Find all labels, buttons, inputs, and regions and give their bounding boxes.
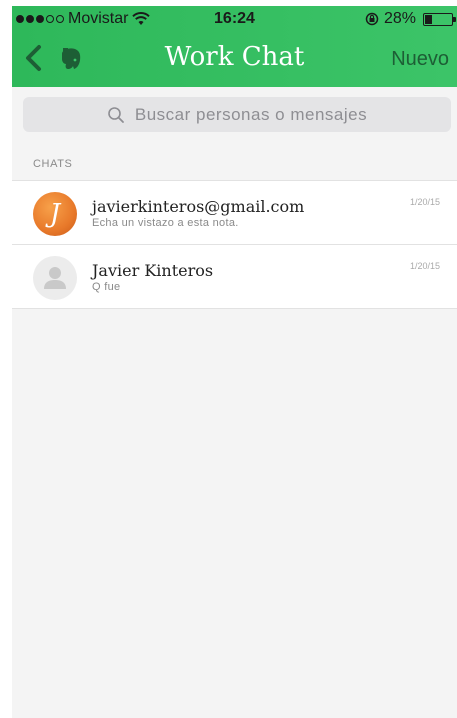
chat-row[interactable]: Javier Kinteros Q fue 1/20/15 (12, 245, 457, 309)
search-icon (108, 106, 124, 123)
battery-percent: 28% (383, 10, 416, 27)
person-icon (44, 267, 66, 289)
chat-date: 1/20/15 (409, 261, 440, 271)
chat-date: 1/20/15 (409, 197, 440, 207)
chat-row[interactable]: J javierkinteros@gmail.com Echa un vista… (12, 181, 457, 245)
battery-icon (423, 12, 456, 26)
status-bar: Movistar 16:24 28% (12, 6, 457, 30)
avatar-letter: J (49, 199, 61, 229)
new-chat-button[interactable]: Nuevo (391, 48, 449, 71)
right-status: 28% (365, 10, 456, 28)
chat-name: Javier Kinteros (92, 261, 214, 280)
search-area: Buscar personas o mensajes (12, 87, 457, 139)
section-header-chats: CHATS (33, 158, 73, 170)
chat-preview: Echa un vistazo a esta nota. (92, 217, 239, 229)
nav-bar: Work Chat Nuevo (12, 30, 457, 87)
screen: Movistar 16:24 28% Work Chat Nuevo Busca… (12, 6, 457, 718)
chat-preview: Q fue (92, 281, 121, 293)
header: Movistar 16:24 28% Work Chat Nuevo (12, 6, 457, 87)
chat-name: javierkinteros@gmail.com (92, 197, 305, 216)
search-input[interactable]: Buscar personas o mensajes (23, 97, 451, 132)
search-placeholder: Buscar personas o mensajes (134, 104, 368, 124)
orientation-lock-icon (365, 12, 379, 26)
avatar (33, 256, 77, 300)
chat-list: J javierkinteros@gmail.com Echa un vista… (12, 180, 457, 309)
avatar: J (33, 192, 77, 236)
